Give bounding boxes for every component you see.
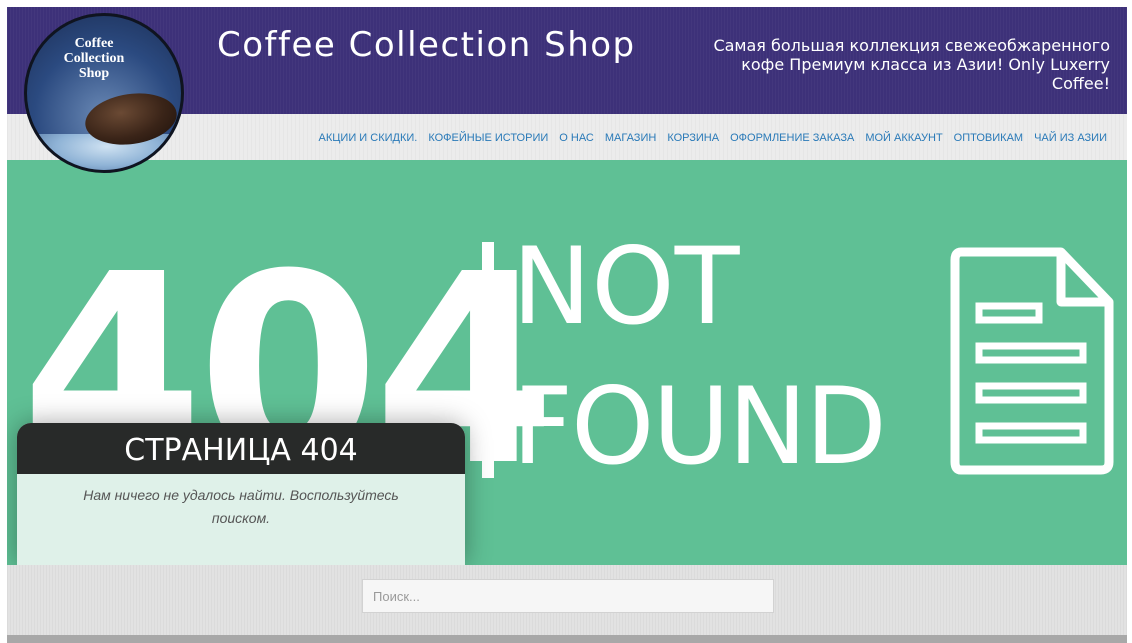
site-tagline: Самая большая коллекция свежеобжаренного…: [713, 36, 1110, 93]
logo-line-1: Coffee: [74, 36, 114, 51]
search-section: [7, 565, 1127, 643]
hero-divider: [482, 242, 494, 478]
logo-text: Coffee Collection Shop: [49, 36, 139, 81]
error-title: СТРАНИЦА 404: [17, 423, 465, 474]
found-text: FOUND: [512, 365, 887, 488]
page-frame: Coffee Collection Shop Самая большая кол…: [7, 7, 1127, 643]
nav-item-tea[interactable]: ЧАЙ ИЗ АЗИИ: [1034, 132, 1107, 144]
document-icon: [950, 247, 1114, 475]
nav-item-about[interactable]: О НАС: [559, 132, 594, 144]
nav-item-shop[interactable]: МАГАЗИН: [605, 132, 656, 144]
footer-strip: [7, 635, 1127, 643]
error-message-card: СТРАНИЦА 404 Нам ничего не удалось найти…: [17, 423, 465, 565]
logo-line-2: Collection: [63, 51, 125, 66]
nav-item-cart[interactable]: КОРЗИНА: [667, 132, 719, 144]
nav-item-wholesale[interactable]: ОПТОВИКАМ: [954, 132, 1023, 144]
nav-item-checkout[interactable]: ОФОРМЛЕНИЕ ЗАКАЗА: [730, 132, 854, 144]
search-input[interactable]: [362, 579, 774, 613]
nav-item-coffee-stories[interactable]: КОФЕЙНЫЕ ИСТОРИИ: [428, 132, 548, 144]
nav-item-sales[interactable]: АКЦИИ И СКИДКИ.: [319, 132, 418, 144]
logo-line-3: Shop: [78, 66, 110, 81]
error-message: Нам ничего не удалось найти. Воспользуйт…: [83, 487, 399, 526]
nav-item-my-account[interactable]: МОЙ АККАУНТ: [865, 132, 942, 144]
main-menu: АКЦИИ И СКИДКИ. КОФЕЙНЫЕ ИСТОРИИ О НАС М…: [319, 132, 1107, 144]
not-text: NOT: [512, 225, 740, 348]
site-logo[interactable]: Coffee Collection Shop: [24, 13, 184, 173]
site-title[interactable]: Coffee Collection Shop: [217, 25, 637, 65]
